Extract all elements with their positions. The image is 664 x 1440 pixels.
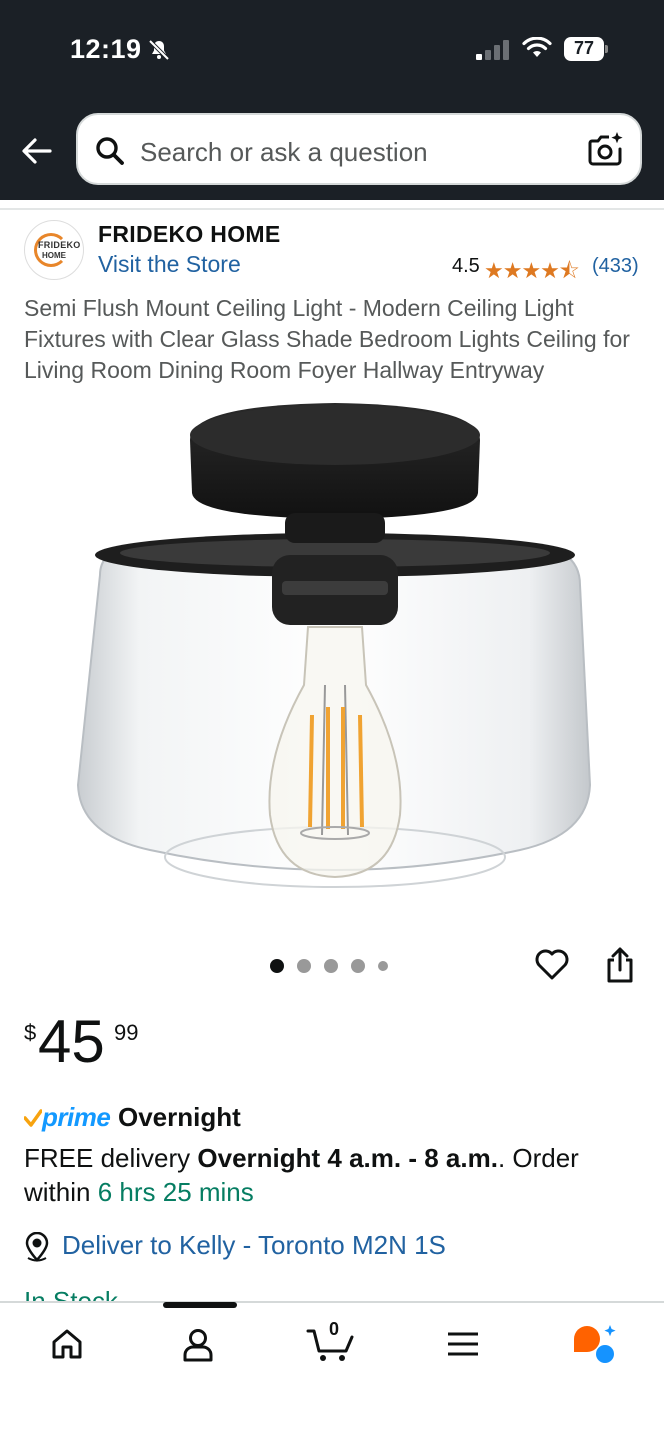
bell-slash-icon xyxy=(148,39,170,61)
heart-icon[interactable] xyxy=(533,945,571,983)
cart-count-badge: 0 xyxy=(329,1319,340,1339)
app-header: 12:19 77 Search or ask a question xyxy=(0,0,664,200)
stock-status: In Stock xyxy=(24,1286,118,1302)
battery-cap xyxy=(605,45,608,53)
header-divider xyxy=(0,208,664,210)
carousel-dot-1[interactable] xyxy=(270,959,284,973)
star-rating[interactable]: ★★★★⯪ xyxy=(484,254,580,292)
home-icon[interactable] xyxy=(50,1327,84,1361)
price-currency: $ xyxy=(24,1020,37,1045)
visit-store-link[interactable]: Visit the Store xyxy=(98,251,241,278)
deliver-to-link[interactable]: Deliver to Kelly - Toronto M2N 1S xyxy=(62,1230,446,1261)
status-time: 12:19 xyxy=(70,34,142,64)
cellular-signal-icon xyxy=(476,40,509,60)
store-logo[interactable]: FRIDEKO HOME xyxy=(24,220,84,280)
store-logo-ring xyxy=(34,233,68,267)
store-logo-text: FRIDEKO xyxy=(38,240,81,250)
prime-logo: prime xyxy=(42,1102,111,1132)
battery-indicator: 77 xyxy=(564,37,608,61)
store-logo-subtext: HOME xyxy=(42,251,66,260)
price-whole: 45 xyxy=(38,1008,105,1075)
active-tab-indicator xyxy=(163,1302,237,1308)
camera-search-icon[interactable] xyxy=(586,129,626,169)
carousel-dot-2[interactable] xyxy=(297,959,311,973)
delivery-prefix: FREE delivery xyxy=(24,1143,198,1173)
account-icon[interactable] xyxy=(181,1327,215,1363)
rufus-ai-icon[interactable] xyxy=(570,1323,618,1365)
back-arrow-icon[interactable] xyxy=(20,134,54,168)
rating-value[interactable]: 4.5 xyxy=(452,255,480,278)
carousel-dot-5[interactable] xyxy=(378,961,388,971)
product-title: Semi Flush Mount Ceiling Light - Modern … xyxy=(24,295,630,383)
delivery-window: Overnight 4 a.m. - 8 a.m. xyxy=(197,1143,498,1173)
search-icon xyxy=(96,137,124,165)
location-pin-icon xyxy=(25,1232,49,1262)
image-carousel-dots[interactable] xyxy=(270,958,388,974)
brand-name: FRIDEKO HOME xyxy=(98,221,281,247)
rating-count-link[interactable]: (433) xyxy=(592,255,639,278)
search-placeholder[interactable]: Search or ask a question xyxy=(140,137,428,168)
prime-speed: Overnight xyxy=(118,1102,241,1132)
carousel-dot-3[interactable] xyxy=(324,959,338,973)
delivery-message: FREE delivery Overnight 4 a.m. - 8 a.m..… xyxy=(24,1141,644,1209)
battery-percent: 77 xyxy=(573,38,595,58)
wifi-icon xyxy=(522,37,552,57)
menu-icon[interactable] xyxy=(446,1327,480,1361)
search-bar[interactable]: Search or ask a question xyxy=(76,113,642,185)
prime-check-icon xyxy=(24,1109,42,1127)
delivery-countdown: 6 hrs 25 mins xyxy=(97,1177,254,1207)
product-image[interactable] xyxy=(60,395,610,905)
price-fraction: 99 xyxy=(114,1020,139,1045)
carousel-dot-4[interactable] xyxy=(351,959,365,973)
share-icon[interactable] xyxy=(604,946,636,984)
